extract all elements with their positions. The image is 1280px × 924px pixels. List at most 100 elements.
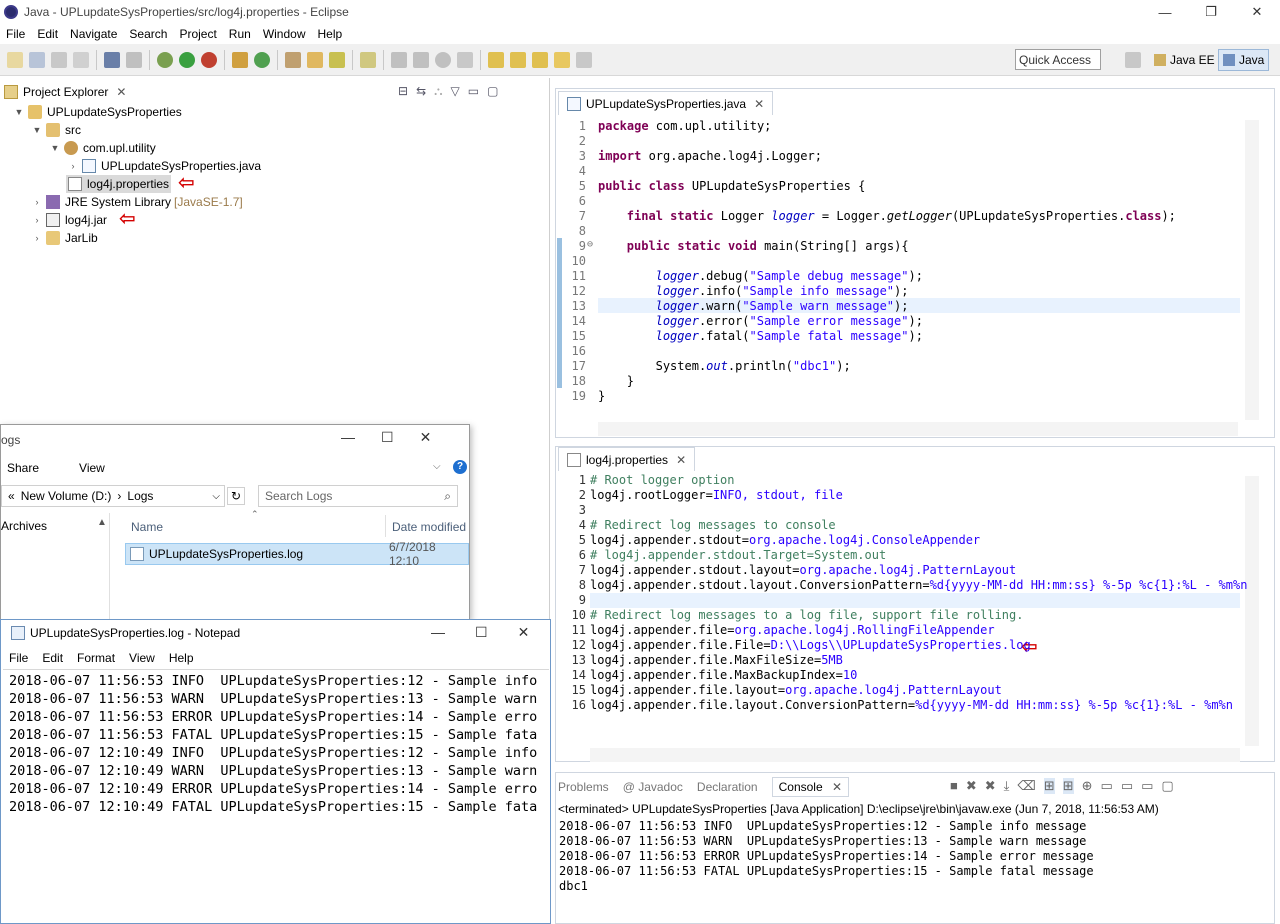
maximize-button[interactable]: ❐ [1188, 0, 1234, 24]
tree-item-jarlib[interactable]: › JarLib [32, 229, 98, 247]
menu-search[interactable]: Search [123, 27, 173, 41]
prev-annotation-icon[interactable] [510, 51, 526, 68]
java-editor[interactable] [555, 88, 1275, 438]
view-menu-icon[interactable]: ▽ [451, 84, 460, 99]
tree-item-src[interactable]: ▼ src [32, 121, 81, 139]
tree-item-package[interactable]: ▼ com.upl.utility [50, 139, 156, 157]
notepad-menu-format[interactable]: Format [77, 651, 115, 665]
forward-icon[interactable] [576, 51, 592, 68]
collapse-all-icon[interactable]: ⊟ [398, 84, 408, 99]
external-tools-icon[interactable] [201, 51, 217, 68]
collapse-arrow-icon[interactable]: › [68, 161, 78, 171]
tab-declaration[interactable]: Declaration [697, 780, 758, 794]
tab-java-file[interactable]: UPLupdateSysProperties.java ✕ [558, 91, 774, 115]
new-class-icon[interactable] [254, 51, 270, 68]
expand-arrow-icon[interactable]: ▼ [32, 125, 42, 135]
disconnect-icon[interactable] [457, 51, 473, 68]
perspective-java[interactable]: Java [1218, 49, 1270, 71]
chevron-down-icon[interactable]: ⌵ [212, 491, 220, 502]
open-type-icon[interactable] [285, 51, 301, 68]
menu-project[interactable]: Project [173, 27, 222, 41]
help-icon[interactable]: ? [453, 460, 467, 474]
close-tab-icon[interactable]: ✕ [754, 97, 764, 111]
close-button[interactable]: ✕ [420, 429, 432, 446]
minimize-view-icon[interactable]: ▭ [468, 84, 479, 99]
refresh-icon[interactable]: ↻ [227, 487, 245, 505]
tab-problems[interactable]: Problems [558, 780, 609, 794]
notepad-menu-view[interactable]: View [129, 651, 155, 665]
maximize-view-icon[interactable]: ▢ [1161, 778, 1173, 794]
back-icon[interactable] [554, 51, 570, 68]
scroll-up-icon[interactable]: ▲ [97, 517, 107, 528]
file-row-log[interactable]: UPLupdateSysProperties.log 6/7/2018 12:1… [125, 540, 469, 568]
tree-item-java-file[interactable]: › UPLupdateSysProperties.java [68, 157, 261, 175]
terminate-icon[interactable]: ■ [950, 778, 958, 794]
remove-all-icon[interactable]: ✖ [985, 778, 996, 794]
debug-icon[interactable] [157, 51, 173, 68]
next-annotation-icon[interactable] [488, 51, 504, 68]
minimize-button[interactable]: — [1142, 0, 1188, 24]
new-icon[interactable] [7, 51, 23, 68]
notepad-menu-file[interactable]: File [9, 651, 28, 665]
close-tab-icon[interactable]: ✕ [676, 453, 686, 467]
open-perspective-icon[interactable] [1125, 52, 1141, 68]
tree-item-jre-library[interactable]: › JRE System Library [JavaSE-1.7] [32, 193, 243, 211]
props-horizontal-scrollbar[interactable] [590, 748, 1240, 762]
fold-toggle-icon[interactable]: ⊖ [587, 239, 593, 250]
tree-item-project[interactable]: ▼ UPLupdateSysProperties [14, 103, 182, 121]
minimize-button[interactable]: — [431, 624, 445, 641]
collapse-arrow-icon[interactable]: › [32, 233, 42, 243]
clear-console-icon[interactable]: ⌫ [1017, 778, 1035, 794]
save-all-icon[interactable] [51, 51, 67, 68]
show-console-icon[interactable]: ⊞ [1062, 778, 1074, 794]
editor-vertical-scrollbar[interactable] [1245, 120, 1259, 420]
open-console-icon[interactable]: ⊕ [1082, 778, 1093, 794]
editor-horizontal-scrollbar[interactable] [598, 422, 1238, 436]
menu-window[interactable]: Window [257, 27, 312, 41]
link-editor-icon[interactable]: ⇆ [416, 84, 426, 99]
column-header-date[interactable]: Date modified [392, 520, 466, 534]
toggle-mark-icon[interactable] [104, 51, 120, 68]
minimize-button[interactable]: — [341, 429, 355, 446]
last-edit-icon[interactable] [532, 51, 548, 68]
close-tab-icon[interactable]: ✕ [832, 780, 842, 794]
maximize-view-icon[interactable]: ▢ [487, 84, 498, 99]
notepad-menu-help[interactable]: Help [169, 651, 194, 665]
menu-file[interactable]: File [0, 27, 31, 41]
menu-edit[interactable]: Edit [31, 27, 64, 41]
tree-item-log4j-jar[interactable]: › log4j.jar [32, 211, 107, 229]
ribbon-share[interactable]: Share [7, 461, 39, 475]
filters-icon[interactable]: ⛬ [434, 84, 442, 99]
nav-pane-archives[interactable]: Archives [1, 519, 47, 533]
minimize-view-icon[interactable]: ▭ [1141, 778, 1153, 794]
props-vertical-scrollbar[interactable] [1245, 476, 1259, 746]
maximize-button[interactable]: ☐ [381, 429, 394, 446]
perspective-java-ee[interactable]: Java EE [1150, 49, 1219, 71]
run-icon[interactable] [179, 51, 195, 68]
collapse-arrow-icon[interactable]: › [32, 215, 42, 225]
terminate-icon[interactable] [435, 51, 451, 68]
tab-properties-file[interactable]: log4j.properties ✕ [558, 447, 696, 471]
address-bar[interactable]: « New Volume (D:) › Logs ⌵ [1, 485, 225, 507]
print-icon[interactable] [73, 51, 89, 68]
open-folder-icon[interactable] [307, 51, 323, 68]
annotation-icon[interactable] [360, 51, 376, 68]
show-whitespace-icon[interactable] [126, 51, 142, 68]
close-button[interactable]: ✕ [1234, 0, 1280, 24]
column-header-name[interactable]: Name [131, 520, 163, 534]
tab-console[interactable]: Console ✕ [771, 777, 850, 797]
display-selected-icon[interactable]: ▭ [1101, 778, 1113, 794]
chevron-down-icon[interactable]: ⌵ [433, 461, 441, 472]
remove-launch-icon[interactable]: ✖ [966, 778, 977, 794]
expand-arrow-icon[interactable]: ▼ [50, 143, 60, 153]
pin-console-icon[interactable]: ⊞ [1043, 778, 1055, 794]
tree-item-log4j-properties[interactable]: log4j.properties [66, 175, 172, 193]
scroll-lock-icon[interactable]: ⤓ [1004, 778, 1010, 794]
menu-run[interactable]: Run [223, 27, 257, 41]
quick-access-input[interactable] [1015, 49, 1101, 70]
expand-arrow-icon[interactable]: ▼ [14, 107, 24, 117]
resume-icon[interactable] [391, 51, 407, 68]
collapse-arrow-icon[interactable]: › [32, 197, 42, 207]
project-explorer-tab[interactable]: Project Explorer ✕ [4, 82, 126, 102]
ribbon-view[interactable]: View [79, 461, 105, 475]
